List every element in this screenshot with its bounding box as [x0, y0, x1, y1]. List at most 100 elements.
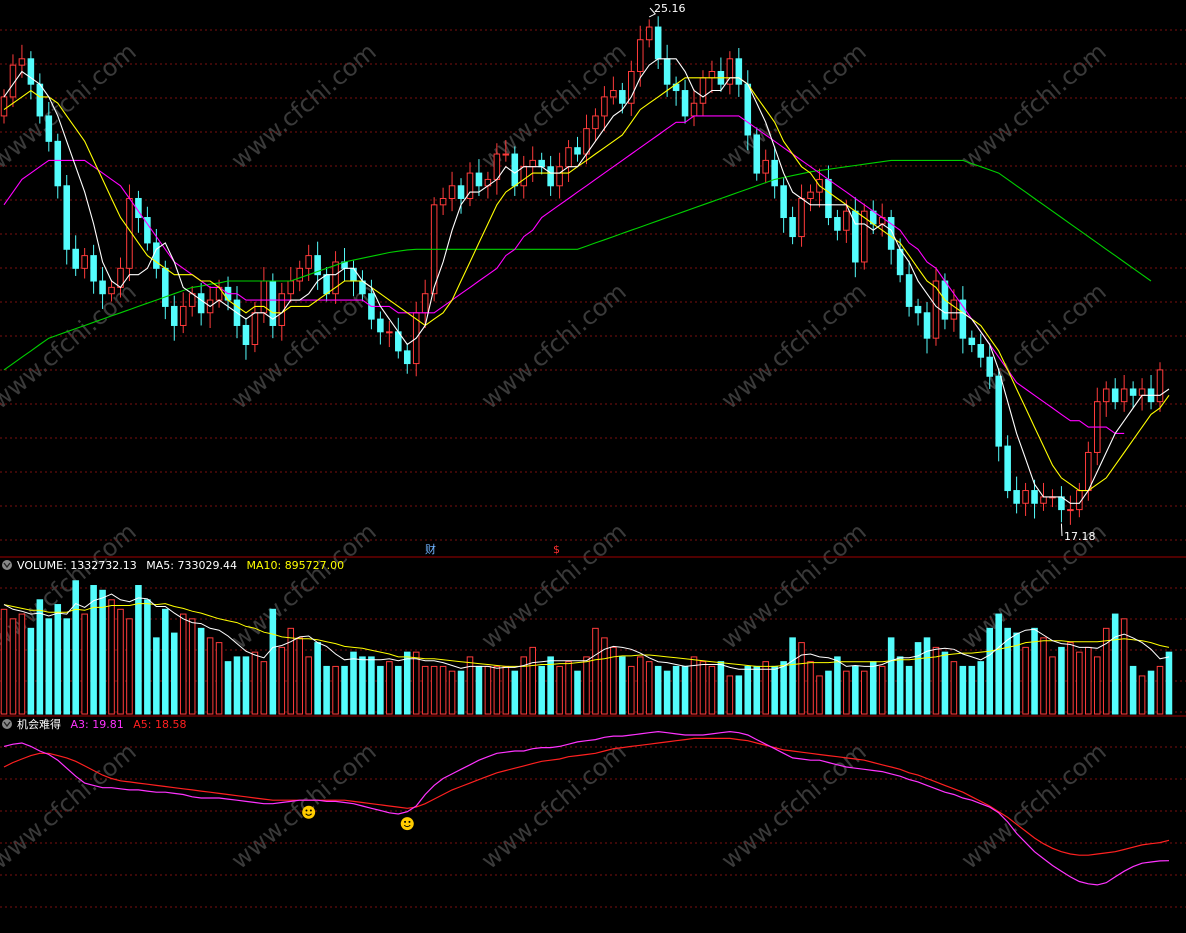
candle[interactable] [753, 127, 761, 181]
candle[interactable] [1147, 374, 1155, 410]
candle[interactable] [457, 178, 465, 214]
candle[interactable] [565, 140, 572, 182]
candle[interactable] [1085, 441, 1092, 501]
volume-bar [63, 618, 71, 715]
candle[interactable] [923, 301, 931, 354]
candle[interactable] [395, 317, 402, 359]
candle[interactable] [1022, 482, 1029, 516]
candle[interactable] [323, 267, 330, 302]
volume-bar [834, 656, 841, 715]
candle[interactable] [645, 19, 653, 48]
candle[interactable] [780, 178, 787, 233]
event-marker-cai[interactable]: 财 [425, 542, 436, 556]
candle[interactable] [448, 171, 456, 212]
candle[interactable] [1102, 381, 1110, 417]
candle[interactable] [807, 184, 814, 212]
candle[interactable] [574, 136, 581, 162]
candle[interactable] [959, 286, 967, 354]
candle[interactable] [968, 330, 976, 353]
candle[interactable] [403, 343, 411, 374]
candle[interactable] [215, 279, 223, 308]
candle[interactable] [735, 48, 743, 97]
candle[interactable] [610, 76, 617, 105]
candle[interactable] [1049, 489, 1056, 508]
candle[interactable] [1067, 495, 1074, 525]
candle[interactable] [798, 184, 805, 247]
candle[interactable] [251, 301, 259, 353]
candle-body [457, 185, 465, 199]
candle[interactable] [834, 209, 841, 241]
candle[interactable] [995, 368, 1002, 462]
candle[interactable] [377, 311, 384, 345]
candle[interactable] [314, 241, 321, 290]
candle[interactable] [762, 149, 769, 184]
candle[interactable] [672, 76, 680, 106]
candle[interactable] [556, 152, 563, 199]
indicator-title: 机会难得 [17, 717, 61, 731]
candle[interactable] [1120, 374, 1128, 412]
candle[interactable] [197, 282, 205, 326]
candle[interactable] [90, 244, 97, 294]
candle[interactable] [825, 165, 832, 226]
candle-body [914, 305, 922, 314]
candle[interactable] [1031, 479, 1038, 519]
candle[interactable] [977, 333, 985, 368]
event-marker-dollar[interactable]: $ [553, 543, 560, 556]
candle[interactable] [628, 60, 635, 116]
candle[interactable] [1058, 486, 1065, 523]
candle[interactable] [242, 317, 250, 360]
candle[interactable] [1111, 378, 1119, 410]
collapse-icon[interactable] [2, 719, 12, 729]
candle[interactable] [1138, 378, 1146, 411]
candle[interactable] [520, 155, 528, 199]
candle-body [1120, 388, 1128, 403]
volume-bar [663, 670, 671, 715]
candle[interactable] [439, 187, 447, 215]
candle[interactable] [421, 279, 429, 329]
candle[interactable] [717, 57, 725, 92]
candle[interactable] [296, 260, 303, 292]
candle[interactable] [708, 60, 716, 94]
candle[interactable] [54, 133, 62, 199]
candle[interactable] [1013, 476, 1020, 514]
candle[interactable] [905, 260, 913, 317]
candle[interactable] [332, 251, 339, 304]
candle[interactable] [547, 155, 554, 196]
candle[interactable] [681, 79, 689, 124]
volume-bar [412, 651, 420, 715]
candle[interactable] [72, 235, 79, 276]
candle[interactable] [341, 248, 348, 282]
candle[interactable] [690, 89, 698, 127]
candle[interactable] [699, 70, 707, 116]
candle[interactable] [529, 146, 536, 182]
candle[interactable] [601, 86, 608, 132]
candle[interactable] [538, 152, 545, 175]
watermark-text: www.cfchi.com [956, 37, 1112, 174]
candle-body [636, 39, 644, 72]
indicator-panel[interactable] [3, 730, 1170, 886]
candle[interactable] [188, 286, 196, 317]
candle[interactable] [386, 321, 393, 348]
candle[interactable] [287, 267, 295, 302]
candle[interactable] [592, 108, 599, 142]
candle[interactable] [144, 206, 151, 251]
candle[interactable] [726, 51, 734, 95]
candle[interactable] [654, 16, 662, 69]
candle[interactable] [1004, 435, 1011, 499]
candle[interactable] [36, 73, 44, 124]
candle[interactable] [861, 203, 868, 270]
collapse-icon[interactable] [2, 560, 12, 570]
candle[interactable] [269, 273, 277, 339]
volume-bar [843, 670, 850, 715]
svg-text:VOLUME: 1332732.13 MA5:: VOLUME: 1332732.13 MA5: 733029.44 MA10: … [17, 559, 344, 572]
candle[interactable] [81, 248, 88, 279]
candle-body [798, 197, 805, 238]
candle[interactable] [789, 206, 796, 245]
candle[interactable] [179, 292, 187, 334]
candle[interactable] [63, 174, 71, 265]
stock-chart[interactable]: www.cfchi.com www.cfchi.com www.cfchi.com w… [0, 0, 1186, 933]
candle[interactable] [914, 298, 922, 326]
volume-bar [896, 656, 904, 715]
candle[interactable] [1093, 387, 1101, 466]
volume-bar [448, 670, 456, 715]
